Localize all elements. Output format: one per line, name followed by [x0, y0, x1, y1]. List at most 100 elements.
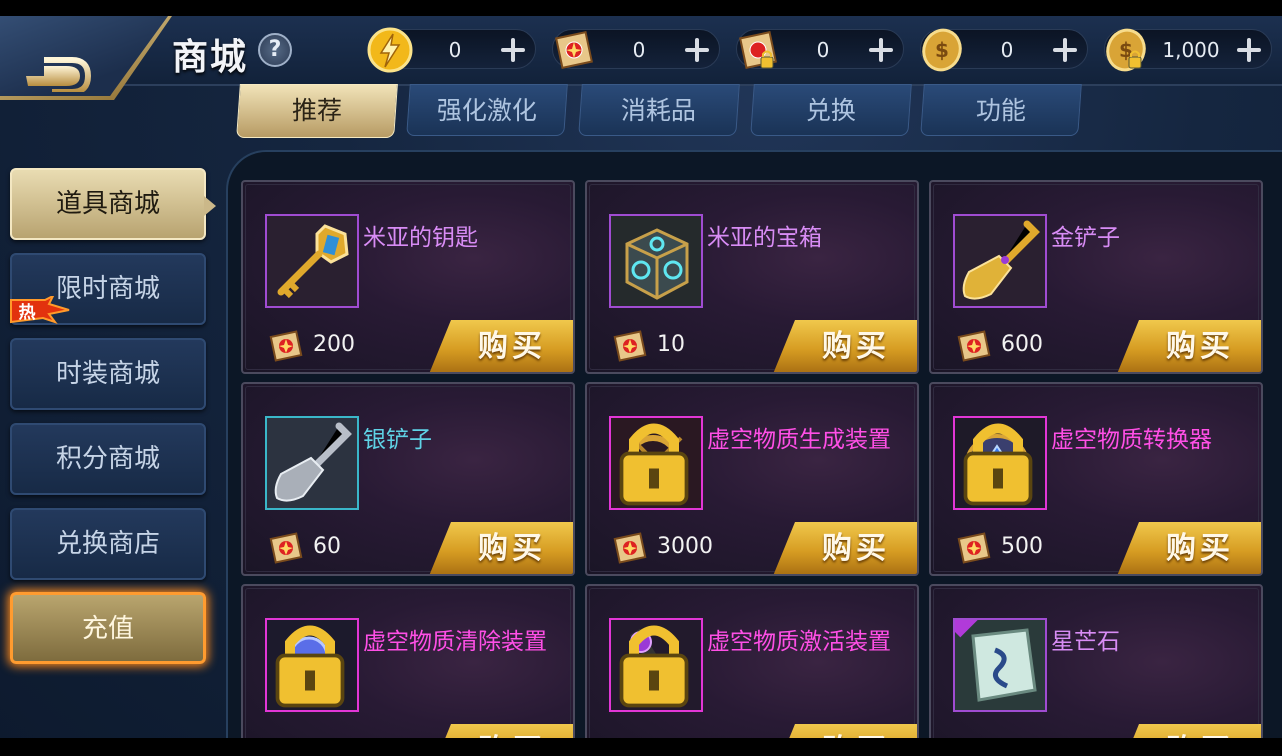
shop-item-card: 虚空物质激活装置 购买 — [585, 584, 919, 756]
lock-icon — [619, 423, 689, 506]
add-currency-button[interactable] — [683, 36, 711, 64]
key-icon — [267, 216, 357, 306]
item-thumbnail[interactable] — [609, 416, 703, 510]
item-name: 虚空物质转换器 — [1051, 427, 1212, 453]
currency-value: 0 — [816, 38, 830, 62]
item-name: 米亚的钥匙 — [363, 225, 478, 251]
buy-button[interactable]: 购买 — [1117, 320, 1261, 372]
silver-shovel-icon — [267, 418, 357, 508]
letterbox-bottom — [0, 738, 1282, 756]
shop-item-card: 虚空物质清除装置 购买 — [241, 584, 575, 756]
shop-item-card: 米亚的钥匙 200 购买 — [241, 180, 575, 374]
item-price: 200 — [313, 332, 355, 357]
currency-scroll: 0 — [552, 29, 720, 69]
item-thumbnail[interactable] — [953, 214, 1047, 308]
sidebar-item-points-shop[interactable]: 积分商城 — [10, 423, 206, 495]
tab-function[interactable]: 功能 — [920, 84, 1082, 136]
shop-item-card: 星芒石 购买 — [929, 584, 1263, 756]
shop-item-card: 金铲子 600 购买 — [929, 180, 1263, 374]
item-thumbnail[interactable] — [953, 618, 1047, 712]
buy-button[interactable]: 购买 — [773, 320, 917, 372]
sidebar-item-label: 兑换商店 — [55, 529, 160, 559]
gold-shovel-icon — [955, 216, 1045, 306]
locked-scroll-ticket-icon — [739, 31, 777, 69]
item-thumbnail[interactable] — [265, 214, 359, 308]
shop-item-card: 银铲子 60 购买 — [241, 382, 575, 576]
tab-recommended[interactable]: 推荐 — [236, 84, 398, 138]
add-currency-button[interactable] — [867, 36, 895, 64]
back-arrow-icon — [26, 57, 92, 92]
gold-coin-icon: $ — [922, 28, 962, 72]
tab-enhance[interactable]: 强化激化 — [406, 84, 568, 136]
item-price: 3000 — [657, 534, 713, 559]
currency-value: 1,000 — [1162, 38, 1220, 62]
scroll-ticket-icon — [269, 532, 303, 564]
scroll-ticket-icon — [613, 532, 647, 564]
currency-gold: $ 0 — [920, 28, 1088, 72]
buy-button[interactable]: 购买 — [773, 522, 917, 574]
item-name: 金铲子 — [1051, 225, 1120, 251]
sidebar-item-label: 道具商城 — [55, 189, 160, 219]
item-price: 500 — [1001, 534, 1043, 559]
currency-locked-gold: $ 1,000 — [1104, 28, 1272, 72]
sidebar-item-label: 时装商城 — [55, 359, 160, 389]
item-thumbnail[interactable] — [953, 416, 1047, 510]
sidebar-item-label: 充值 — [81, 614, 134, 644]
sidebar-item-item-shop[interactable]: 道具商城 — [10, 168, 206, 240]
help-button[interactable]: ? — [258, 33, 292, 67]
currency-value: 0 — [448, 38, 462, 62]
letterbox-top — [0, 0, 1282, 16]
sidebar-item-exchange-store[interactable]: 兑换商店 — [10, 508, 206, 580]
hot-badge: 热 — [10, 296, 70, 324]
scroll-ticket-icon — [555, 31, 593, 69]
item-name: 银铲子 — [363, 427, 432, 453]
buy-button[interactable]: 购买 — [429, 320, 573, 372]
sidebar-item-label: 限时商城 — [55, 274, 160, 304]
buy-button[interactable]: 购买 — [1117, 522, 1261, 574]
tab-label: 消耗品 — [621, 96, 697, 125]
scroll-ticket-icon — [957, 330, 991, 362]
locked-gold-coin-icon: $ — [1106, 28, 1146, 72]
lock-icon — [619, 625, 689, 708]
shop-item-card: 米亚的宝箱 10 购买 — [585, 180, 919, 374]
tab-exchange[interactable]: 兑换 — [750, 84, 912, 136]
sidebar-item-label: 积分商城 — [55, 444, 160, 474]
item-price: 10 — [657, 332, 685, 357]
item-name: 虚空物质清除装置 — [363, 629, 547, 655]
page-title: 商城 — [172, 37, 249, 78]
item-thumbnail[interactable] — [265, 416, 359, 510]
game-shop-screen: 商城 ? 0 0 0 $ 0 $ 1,000 推荐 强化激化 消耗品 兑换 功能… — [0, 0, 1282, 756]
shop-item-card: 虚空物质生成装置 3000 购买 — [585, 382, 919, 576]
tab-label: 推荐 — [291, 96, 342, 125]
buy-button[interactable]: 购买 — [429, 522, 573, 574]
scroll-ticket-icon — [269, 330, 303, 362]
tab-label: 强化激化 — [436, 96, 537, 125]
lightning-coin-icon — [367, 27, 413, 73]
add-currency-button[interactable] — [1051, 36, 1079, 64]
item-thumbnail[interactable] — [609, 214, 703, 308]
active-indicator-arrow — [204, 196, 216, 216]
lock-icon — [275, 625, 345, 708]
item-thumbnail[interactable] — [609, 618, 703, 712]
tab-label: 功能 — [975, 96, 1026, 125]
currency-value: 0 — [1000, 38, 1014, 62]
item-thumbnail[interactable] — [265, 618, 359, 712]
sidebar-item-fashion-shop[interactable]: 时装商城 — [10, 338, 206, 410]
tab-label: 兑换 — [805, 96, 856, 125]
currency-lightning: 0 — [367, 27, 536, 73]
item-name: 虚空物质激活装置 — [707, 629, 891, 655]
tab-consumables[interactable]: 消耗品 — [578, 84, 740, 136]
item-name: 米亚的宝箱 — [707, 225, 822, 251]
hot-badge-label: 热 — [19, 302, 36, 323]
item-price: 600 — [1001, 332, 1043, 357]
sidebar-item-recharge[interactable]: 充值 — [10, 592, 206, 664]
lock-icon — [963, 423, 1033, 506]
add-currency-button[interactable] — [499, 36, 527, 64]
shop-item-card: 虚空物质转换器 500 购买 — [929, 382, 1263, 576]
svg-text:$: $ — [935, 38, 949, 62]
scroll-ticket-icon — [613, 330, 647, 362]
scroll-ticket-icon — [957, 532, 991, 564]
add-currency-button[interactable] — [1235, 36, 1263, 64]
star-stone-icon — [955, 620, 1045, 710]
item-name: 星芒石 — [1051, 629, 1120, 655]
